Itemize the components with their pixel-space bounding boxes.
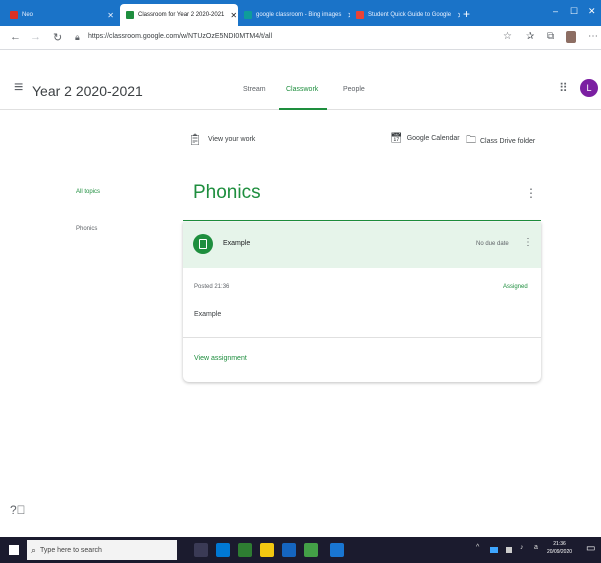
- search-placeholder: Type here to search: [40, 546, 102, 554]
- posted-time: Posted 21:36: [194, 284, 230, 290]
- tab-label: Student Quick Guide to Google: [368, 12, 452, 18]
- favorites-icon[interactable]: ✰: [526, 31, 534, 42]
- tab-people[interactable]: People: [343, 86, 365, 93]
- browser-tab[interactable]: Neo ✕: [4, 4, 120, 26]
- taskbar: ⌕ Type here to search ^ ♪ a 21:36 20/09/…: [0, 537, 601, 563]
- sidebar-item-phonics[interactable]: Phonics: [76, 226, 97, 232]
- clock-time: 21:36: [553, 541, 566, 547]
- store-icon[interactable]: [238, 543, 252, 557]
- office-icon: [10, 11, 18, 19]
- close-tab-icon[interactable]: ✕: [101, 11, 114, 20]
- class-title[interactable]: Year 2 2020-2021: [32, 83, 143, 99]
- network-icon[interactable]: [506, 547, 512, 553]
- google-calendar-label: Google Calendar: [406, 135, 460, 142]
- onedrive-icon[interactable]: [490, 547, 498, 553]
- reload-icon[interactable]: ↻: [53, 31, 62, 44]
- assignment-card: Example No due date ⋮ Posted 21:36 Assig…: [183, 222, 541, 382]
- system-clock[interactable]: 21:36 20/09/2020: [547, 540, 572, 556]
- active-tab-indicator: [279, 108, 327, 110]
- tab-label: google classroom - Bing images: [256, 12, 342, 18]
- apps-grid-icon[interactable]: ⠿: [559, 81, 568, 95]
- language-icon[interactable]: a: [534, 544, 538, 551]
- clock-date: 20/09/2020: [547, 549, 573, 555]
- view-your-work-label: View your work: [207, 136, 256, 143]
- class-drive-folder-label: Class Drive folder: [480, 138, 536, 145]
- tab-label: Neo: [22, 12, 34, 18]
- collections-icon[interactable]: ⧉: [547, 31, 554, 42]
- due-date: No due date: [476, 241, 509, 247]
- card-divider: [183, 337, 541, 338]
- assignment-more-icon[interactable]: ⋮: [523, 237, 533, 248]
- tab-label: Classroom for Year 2 2020-2021: [138, 12, 225, 18]
- folder-icon: 🗀: [466, 135, 476, 146]
- address-bar: ← → ↻ 🔒︎ https://classroom.google.com/w/…: [0, 26, 601, 50]
- windows-start-icon[interactable]: [9, 545, 19, 555]
- file-explorer-icon[interactable]: [260, 543, 274, 557]
- classroom-icon: [126, 11, 134, 19]
- assignment-title: Example: [223, 240, 251, 247]
- lock-icon[interactable]: 🔒︎: [75, 32, 80, 43]
- notification-icon[interactable]: ▭: [586, 543, 595, 554]
- word-icon[interactable]: [330, 543, 344, 557]
- task-view-icon[interactable]: [194, 543, 208, 557]
- forward-icon[interactable]: →: [30, 31, 41, 43]
- browser-tab-active[interactable]: Classroom for Year 2 2020-2021 ✕: [120, 4, 238, 26]
- topic-title: Phonics: [193, 182, 261, 203]
- doc-icon: [356, 11, 364, 19]
- tab-classwork[interactable]: Classwork: [286, 86, 318, 93]
- favorite-star-icon[interactable]: ☆: [503, 31, 512, 42]
- status-badge: Assigned: [503, 284, 528, 290]
- close-tab-icon[interactable]: ✕: [224, 11, 237, 20]
- minimize-button[interactable]: –: [553, 6, 558, 16]
- more-icon[interactable]: ⋯: [588, 31, 598, 42]
- new-tab-button[interactable]: +: [463, 7, 470, 21]
- assignment-list-icon: 📋︎: [188, 134, 202, 146]
- topic-divider: [183, 220, 541, 221]
- view-assignment-link[interactable]: View assignment: [194, 355, 247, 362]
- browser-tab[interactable]: google classroom - Bing images ✕: [238, 4, 350, 26]
- assignment-icon: [193, 234, 213, 254]
- avatar[interactable]: L: [580, 79, 598, 97]
- back-icon[interactable]: ←: [10, 31, 21, 43]
- classroom-header: ≡ Year 2 2020-2021 Stream Classwork Peop…: [0, 50, 601, 110]
- search-icon: ⌕: [31, 544, 37, 555]
- close-tab-icon[interactable]: ✕: [451, 11, 460, 20]
- view-your-work-button[interactable]: 📋︎ View your work: [188, 133, 255, 146]
- edge-icon[interactable]: [216, 543, 230, 557]
- hamburger-icon[interactable]: ≡: [14, 79, 23, 97]
- tray-chevron-icon[interactable]: ^: [476, 544, 479, 551]
- topic-more-icon[interactable]: ⋮: [525, 186, 537, 200]
- browser-tab-bar: Neo ✕ Classroom for Year 2 2020-2021 ✕ g…: [0, 0, 601, 26]
- bing-icon: [244, 11, 252, 19]
- assignment-description: Example: [194, 311, 222, 318]
- sidebar-item-all-topics[interactable]: All topics: [76, 189, 100, 195]
- close-window-button[interactable]: ✕: [588, 6, 596, 17]
- profile-icon[interactable]: [566, 31, 576, 43]
- close-tab-icon[interactable]: ✕: [341, 11, 350, 20]
- tab-stream[interactable]: Stream: [243, 86, 266, 93]
- assignment-header[interactable]: Example No due date ⋮: [183, 222, 541, 268]
- volume-icon[interactable]: ♪: [520, 544, 524, 551]
- calendar-icon: 📅︎: [390, 133, 403, 144]
- google-calendar-button[interactable]: 📅︎ Google Calendar: [390, 133, 460, 144]
- help-icon[interactable]: ?⃝: [10, 503, 26, 517]
- maximize-button[interactable]: ☐: [570, 6, 578, 17]
- app-icon[interactable]: [304, 543, 318, 557]
- taskbar-search[interactable]: ⌕ Type here to search: [27, 540, 177, 560]
- browser-tab[interactable]: Student Quick Guide to Google ✕: [350, 4, 460, 26]
- url-field[interactable]: https://classroom.google.com/w/NTUzOzE5N…: [88, 33, 272, 40]
- class-drive-folder-button[interactable]: 🗀 Class Drive folder: [466, 133, 535, 150]
- mail-icon[interactable]: [282, 543, 296, 557]
